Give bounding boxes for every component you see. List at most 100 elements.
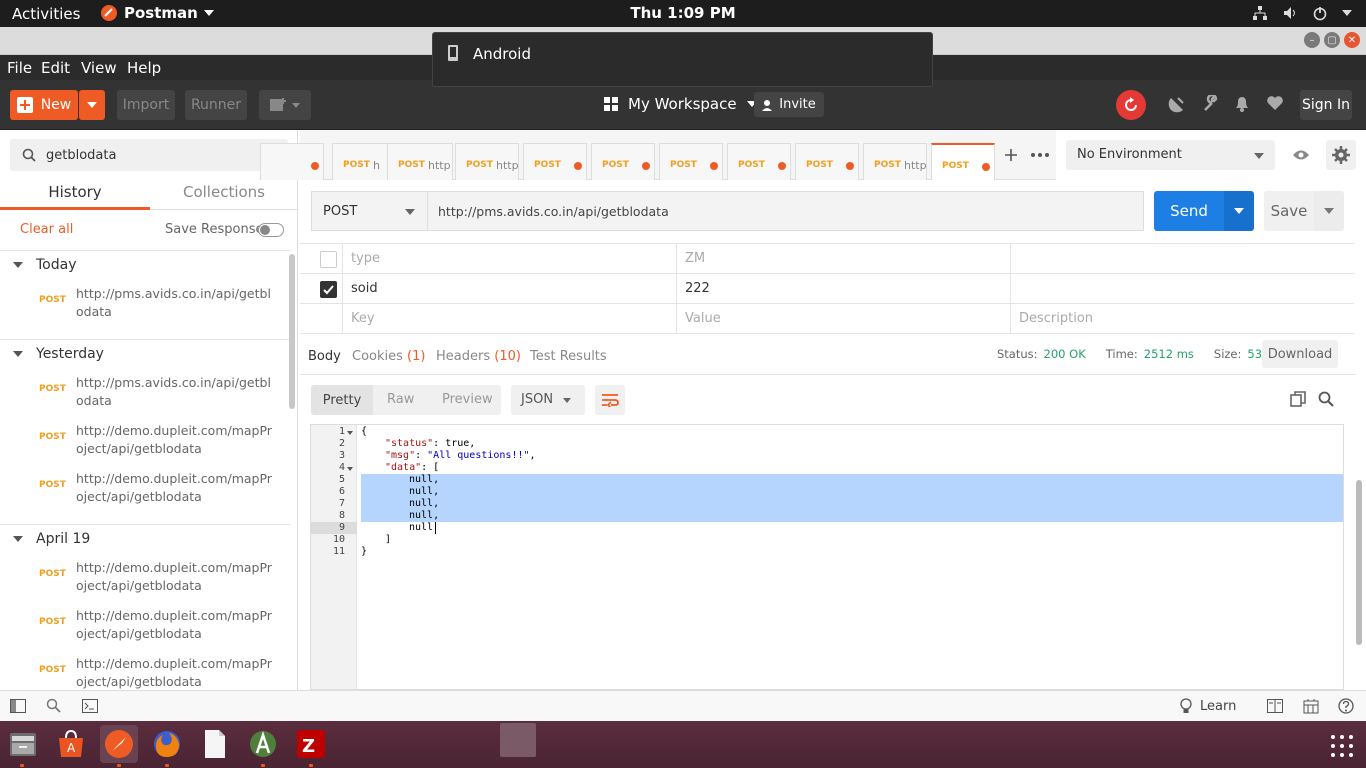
history-group-yesterday[interactable]: Yesterday (0, 339, 290, 369)
menu-edit[interactable]: Edit (41, 59, 70, 77)
sync-button[interactable] (1116, 90, 1146, 120)
environment-quick-look-button[interactable] (1286, 140, 1316, 170)
list-item[interactable]: POST http://demo.dupleit.com/mapProject/… (0, 470, 290, 518)
two-pane-view-icon[interactable] (1267, 699, 1283, 713)
request-tab[interactable]: POST (523, 143, 587, 180)
request-tab[interactable]: POST http (863, 143, 927, 180)
tab-cookies[interactable]: Cookies (1) (352, 349, 425, 364)
send-button[interactable]: Send (1154, 191, 1224, 231)
save-button[interactable]: Save (1264, 191, 1314, 231)
satellite-icon[interactable] (1168, 95, 1186, 113)
new-dropdown-button[interactable] (79, 90, 105, 120)
tab-options-button[interactable] (1028, 143, 1052, 167)
manage-environments-button[interactable] (1326, 140, 1356, 170)
bootcamp-icon[interactable] (1303, 698, 1319, 714)
new-tab-button[interactable] (999, 143, 1023, 167)
download-button[interactable]: Download (1262, 340, 1338, 368)
list-item[interactable]: POST http://demo.dupleit.com/mapProject/… (0, 422, 290, 470)
list-item[interactable]: POST http://pms.avids.co.in/api/getbloda… (0, 285, 290, 333)
find-icon[interactable] (46, 698, 62, 714)
list-item[interactable]: POST http://demo.dupleit.com/mapProject/… (0, 655, 290, 690)
console-icon[interactable] (82, 699, 98, 713)
menu-help[interactable]: Help (127, 59, 161, 77)
invite-button[interactable]: Invite (754, 92, 824, 117)
tab-test-results[interactable]: Test Results (530, 349, 607, 364)
software-app-icon[interactable]: A (52, 725, 90, 763)
new-button[interactable]: New (10, 90, 78, 120)
environment-select[interactable]: No Environment (1066, 140, 1275, 170)
heart-icon[interactable] (1266, 95, 1284, 111)
list-item[interactable]: POST http://demo.dupleit.com/mapProject/… (0, 607, 290, 655)
param-checkbox[interactable] (320, 251, 337, 268)
format-raw[interactable]: Raw (387, 392, 414, 407)
fold-toggle-icon[interactable] (347, 467, 353, 471)
param-description[interactable] (1010, 244, 1354, 274)
clear-all-button[interactable]: Clear all (20, 222, 73, 237)
window-thumbnail[interactable] (500, 723, 536, 757)
notification-popup[interactable]: Android (432, 32, 933, 87)
param-checkbox[interactable] (320, 281, 337, 298)
bell-icon[interactable] (1234, 95, 1250, 113)
method-select[interactable]: POST (311, 191, 427, 231)
request-tab[interactable]: POST (795, 143, 859, 180)
menu-view[interactable]: View (81, 59, 117, 77)
save-dropdown-button[interactable] (1314, 191, 1344, 231)
wrap-lines-button[interactable] (595, 385, 625, 415)
param-value[interactable]: 222 (676, 274, 1010, 304)
request-tab[interactable] (260, 143, 324, 180)
runner-button[interactable]: Runner (185, 90, 247, 120)
request-tab[interactable]: POST http (387, 143, 453, 180)
learn-button[interactable]: Learn (1180, 698, 1236, 714)
request-tab[interactable]: POST (727, 143, 791, 180)
param-key[interactable]: soid (342, 274, 676, 304)
tab-history[interactable]: History (0, 180, 150, 210)
system-tray[interactable] (1252, 5, 1352, 21)
postman-app-icon[interactable] (100, 725, 138, 763)
minimize-button[interactable]: – (1304, 32, 1320, 48)
firefox-app-icon[interactable] (148, 725, 186, 763)
response-body-editor[interactable]: 1 2 3 4 5 6 7 8 9 10 11 { "status": true… (310, 424, 1344, 690)
main-scrollbar[interactable] (1356, 480, 1362, 645)
wrench-icon[interactable] (1202, 95, 1220, 113)
language-select[interactable]: JSON (511, 385, 585, 415)
filezilla-app-icon[interactable]: Z (292, 725, 330, 763)
menu-file[interactable]: File (7, 59, 32, 77)
fold-toggle-icon[interactable] (347, 431, 353, 435)
text-editor-app-icon[interactable] (196, 725, 234, 763)
request-tab[interactable]: POST (591, 143, 655, 180)
workspace-switcher[interactable]: My Workspace (604, 95, 757, 113)
android-studio-app-icon[interactable] (244, 725, 282, 763)
format-pretty[interactable]: Pretty (311, 385, 373, 415)
request-tab-active[interactable]: POST (931, 143, 995, 180)
history-group-today[interactable]: Today (0, 250, 290, 280)
sidebar-scrollbar[interactable] (289, 254, 295, 409)
tab-collections[interactable]: Collections (150, 180, 297, 210)
tab-body[interactable]: Body (308, 349, 341, 364)
send-dropdown-button[interactable] (1224, 191, 1254, 231)
history-group-april-19[interactable]: April 19 (0, 524, 290, 554)
close-button[interactable]: ✕ (1344, 32, 1360, 48)
new-window-button[interactable] (259, 90, 311, 120)
import-button[interactable]: Import (117, 90, 175, 120)
save-responses-toggle[interactable] (258, 223, 284, 237)
sign-in-button[interactable]: Sign In (1300, 90, 1352, 120)
param-value[interactable]: ZM (676, 244, 1010, 274)
files-app-icon[interactable] (4, 725, 42, 763)
param-value-placeholder[interactable]: Value (676, 304, 1010, 334)
list-item[interactable]: POST http://pms.avids.co.in/api/getbloda… (0, 374, 290, 422)
status-value[interactable]: 200 OK (1044, 347, 1086, 361)
list-item[interactable]: POST http://demo.dupleit.com/mapProject/… (0, 559, 290, 607)
format-preview[interactable]: Preview (442, 392, 493, 407)
show-applications-icon[interactable] (1330, 734, 1354, 758)
request-tab[interactable]: POST http (455, 143, 519, 180)
param-key[interactable]: type (342, 244, 676, 274)
tab-headers[interactable]: Headers (10) (436, 349, 521, 364)
url-input[interactable]: http://pms.avids.co.in/api/getblodata (427, 191, 1144, 231)
search-icon[interactable] (1318, 391, 1334, 407)
copy-icon[interactable] (1290, 391, 1306, 407)
clock[interactable]: Thu 1:09 PM (0, 4, 1366, 22)
sidebar-toggle-icon[interactable] (10, 699, 26, 713)
param-description-placeholder[interactable]: Description (1010, 304, 1354, 334)
help-icon[interactable] (1338, 698, 1354, 714)
time-value[interactable]: 2512 ms (1144, 347, 1194, 361)
